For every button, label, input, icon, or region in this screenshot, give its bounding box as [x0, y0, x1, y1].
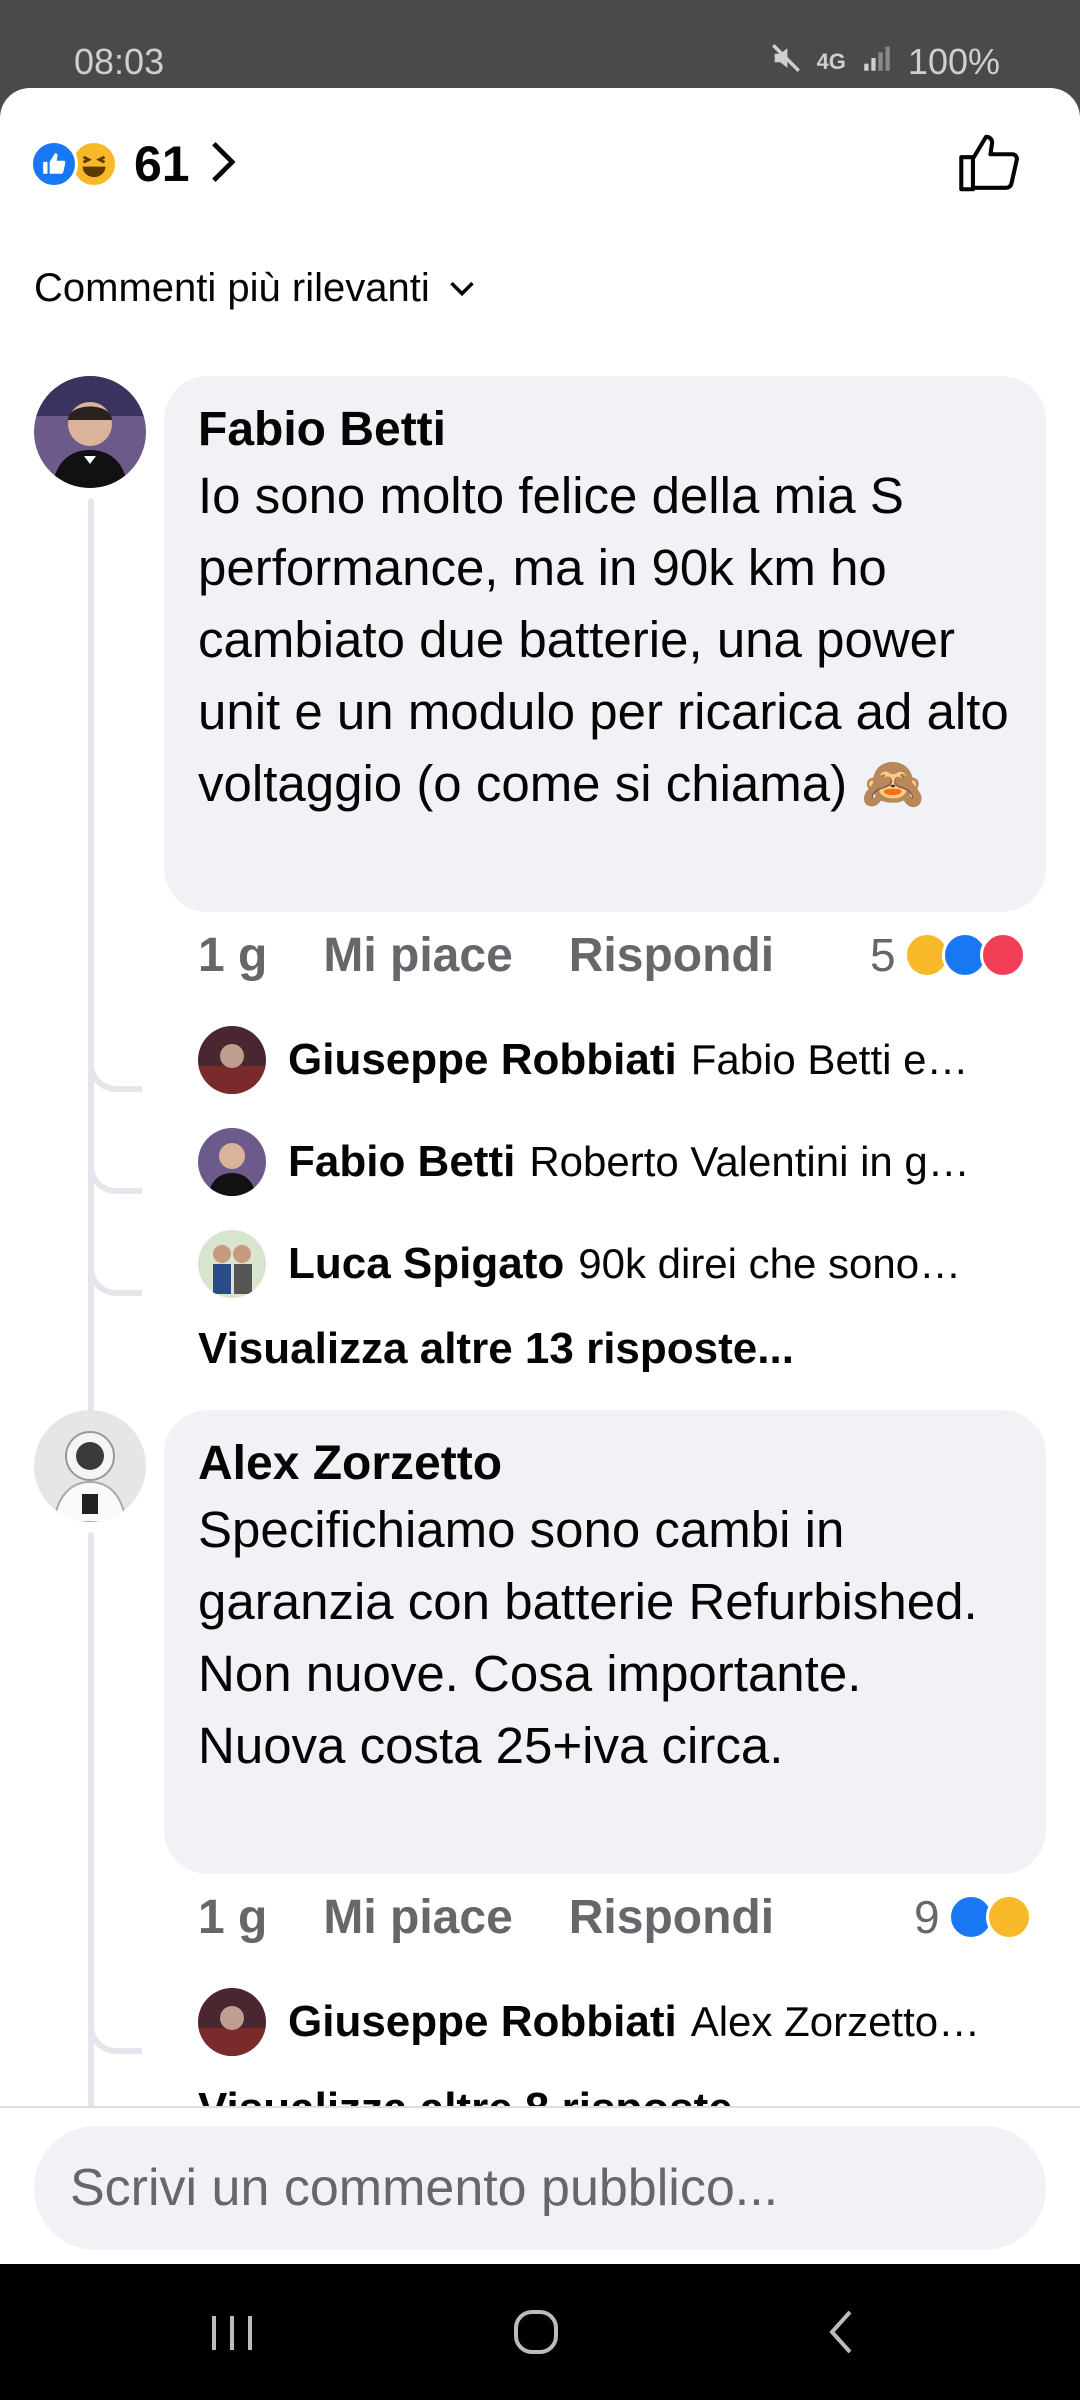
reply-branch	[88, 1266, 142, 1296]
reply-author[interactable]: Giuseppe Robbiati	[288, 1035, 677, 1085]
comment-text: Specifichiamo sono cambi in garanzia con…	[198, 1501, 978, 1774]
reply-item[interactable]: Luca Spigato 90k direi che sono…	[198, 1230, 1048, 1298]
reaction-count: 61	[134, 136, 190, 192]
sort-dropdown[interactable]: Commenti più rilevanti	[34, 266, 476, 311]
comment-actions: 1 g Mi piace Rispondi	[198, 1890, 774, 1945]
avatar-luca-spigato[interactable]	[198, 1230, 266, 1298]
reply-button[interactable]: Rispondi	[569, 1890, 774, 1945]
reply-author[interactable]: Luca Spigato	[288, 1239, 564, 1289]
mute-icon	[769, 41, 803, 84]
reply-item[interactable]: Fabio Betti Roberto Valentini in g…	[198, 1128, 1048, 1196]
avatar-giuseppe-robbiati[interactable]	[198, 1026, 266, 1094]
reaction-icons	[30, 138, 126, 190]
comments-sheet: 61 Commenti più rilevanti Fabio Betti Io…	[0, 88, 1080, 2264]
reply-branch	[88, 2024, 142, 2054]
comment-input-placeholder: Scrivi un commento pubblico...	[70, 2159, 779, 2217]
reply-item[interactable]: Giuseppe Robbiati Fabio Betti e…	[198, 1026, 1048, 1094]
chevron-right-icon[interactable]	[208, 140, 238, 189]
network-label: 4G	[816, 49, 846, 74]
comment-input[interactable]: Scrivi un commento pubblico...	[34, 2126, 1046, 2250]
comment-composer-bar: Scrivi un commento pubblico...	[0, 2106, 1080, 2264]
reply-item[interactable]: Giuseppe Robbiati Alex Zorzetto…	[198, 1988, 1048, 2056]
recent-apps-button[interactable]	[202, 2302, 262, 2362]
avatar-alex-zorzetto[interactable]	[34, 1410, 146, 1522]
comment-author[interactable]: Alex Zorzetto	[198, 1434, 1012, 1494]
network-4g-icon: 4G	[816, 49, 846, 74]
like-comment-button[interactable]: Mi piace	[323, 1890, 512, 1945]
comment-time[interactable]: 1 g	[198, 928, 267, 983]
comment-actions: 1 g Mi piace Rispondi	[198, 928, 774, 983]
reply-author[interactable]: Giuseppe Robbiati	[288, 1997, 677, 2047]
back-icon	[829, 2310, 852, 2354]
reply-button[interactable]: Rispondi	[569, 928, 774, 983]
status-icons: 4G 100%	[769, 40, 1000, 84]
like-reaction-icon	[30, 140, 78, 188]
comment-reaction-count: 9	[914, 1891, 940, 1943]
reply-text: Fabio Betti e…	[690, 1036, 969, 1083]
home-button[interactable]	[506, 2302, 566, 2362]
battery-percentage: 100%	[907, 41, 1000, 82]
chevron-down-icon	[449, 281, 474, 296]
reply-author[interactable]: Fabio Betti	[288, 1137, 515, 1187]
avatar-giuseppe-robbiati[interactable]	[198, 1988, 266, 2056]
status-bar: 08:03 4G 100%	[0, 0, 1080, 88]
love-reaction-icon	[979, 932, 1026, 978]
like-post-button[interactable]	[954, 128, 1024, 198]
reply-branch	[88, 1062, 142, 1092]
reply-text: Roberto Valentini in g…	[529, 1138, 970, 1185]
comment-reactions[interactable]: 5	[870, 928, 1026, 982]
reply-text: Alex Zorzetto…	[690, 1998, 981, 2045]
wow-reaction-icon	[985, 1894, 1032, 1940]
comment-reactions[interactable]: 9	[914, 1890, 1032, 1944]
comment-reaction-count: 5	[870, 929, 896, 981]
comment-bubble[interactable]: Fabio Betti Io sono molto felice della m…	[164, 376, 1046, 912]
reply-text: 90k direi che sono…	[578, 1240, 962, 1287]
reactions-summary[interactable]: 61	[30, 124, 238, 204]
status-time: 08:03	[74, 41, 165, 82]
signal-icon	[860, 41, 894, 84]
thumbs-up-icon	[959, 134, 1019, 192]
recents-icon	[212, 2316, 252, 2350]
back-button[interactable]	[812, 2302, 872, 2362]
view-more-replies-link[interactable]: Visualizza altre 13 risposte...	[198, 1324, 794, 1374]
comment-time[interactable]: 1 g	[198, 1890, 267, 1945]
avatar-fabio-betti[interactable]	[198, 1128, 266, 1196]
comment-bubble[interactable]: Alex Zorzetto Specifichiamo sono cambi i…	[164, 1410, 1046, 1874]
sort-label: Commenti più rilevanti	[34, 266, 430, 310]
like-comment-button[interactable]: Mi piace	[323, 928, 512, 983]
reply-branch	[88, 1164, 142, 1194]
system-navigation-bar	[0, 2264, 1080, 2400]
comment-author[interactable]: Fabio Betti	[198, 400, 1012, 460]
avatar-fabio-betti[interactable]	[34, 376, 146, 488]
comment-text: Io sono molto felice della mia S perform…	[198, 467, 1009, 812]
home-icon	[514, 2310, 558, 2354]
